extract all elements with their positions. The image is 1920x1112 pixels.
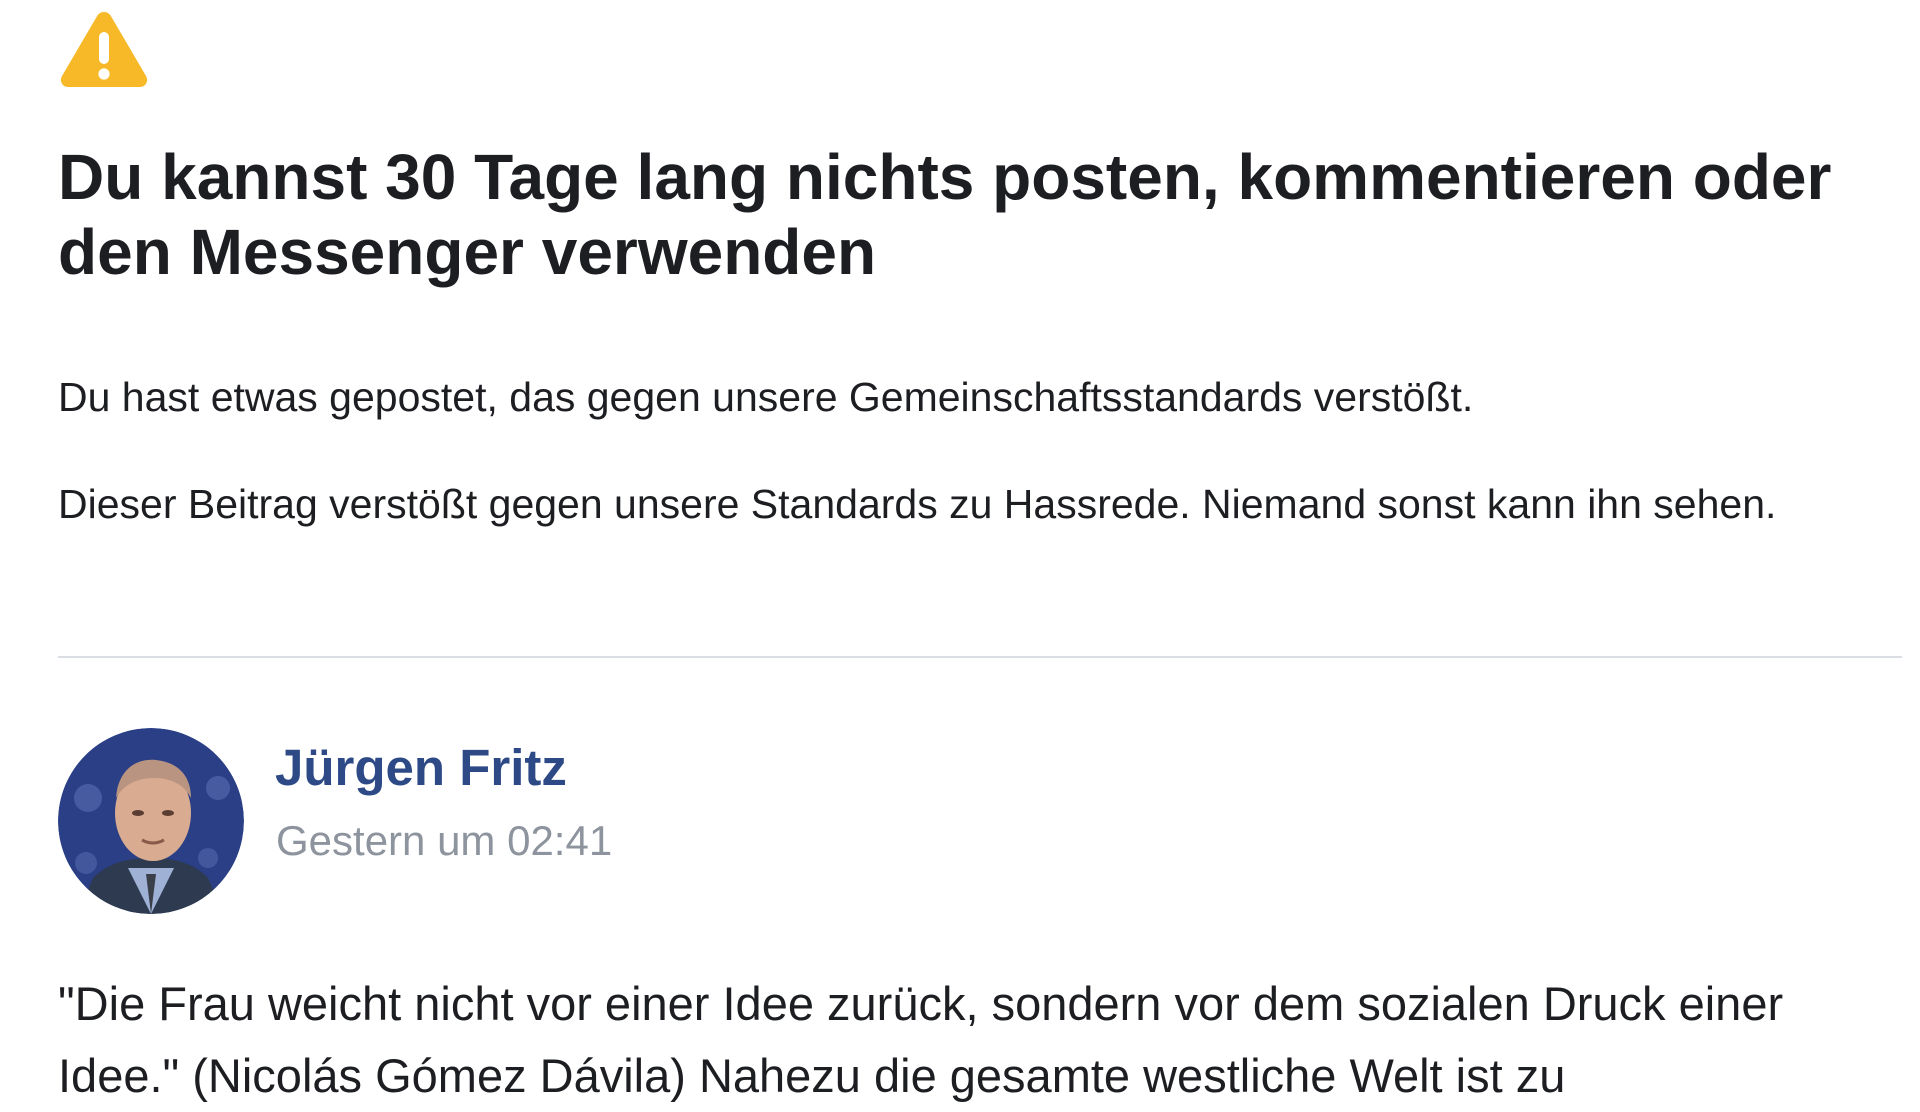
notice-reason-text: Du hast etwas gepostet, das gegen unsere… [58, 374, 1474, 420]
notice-title: Du kannst 30 Tage lang nichts posten, ko… [58, 141, 1832, 288]
author-avatar[interactable] [58, 728, 244, 914]
notice-detail-text: Dieser Beitrag verstößt gegen unsere Sta… [58, 481, 1777, 527]
post-text: "Die Frau weicht nicht vor einer Idee zu… [58, 977, 1784, 1102]
post-timestamp[interactable]: Gestern um 02:41 [276, 815, 612, 867]
author-name-link[interactable]: Jürgen Fritz [275, 738, 567, 798]
divider [58, 656, 1902, 658]
warning-icon [60, 12, 148, 87]
